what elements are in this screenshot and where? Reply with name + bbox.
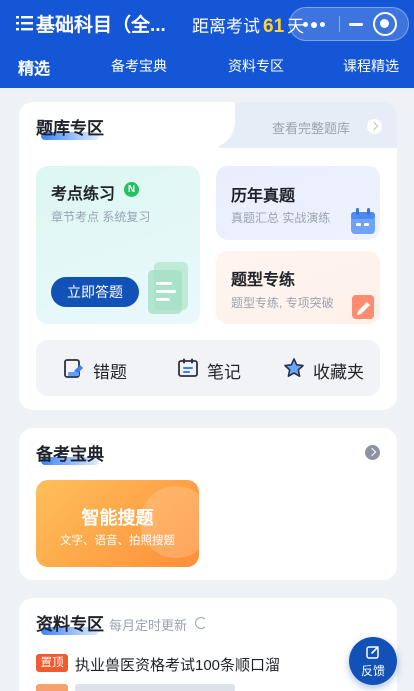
top-bar: 基础科目（全... 距离考试 61 天 xyxy=(0,0,414,48)
pen-paper-icon xyxy=(352,295,374,319)
pinned-badge: 置顶 xyxy=(36,654,68,672)
countdown-prefix: 距离考试 xyxy=(192,17,260,36)
close-program-icon[interactable] xyxy=(373,12,397,36)
question-bank-header: 题库专区 查看完整题库 xyxy=(19,102,397,148)
start-answer-button[interactable]: 立即答题 xyxy=(51,277,139,307)
prep-guide-title: 备考宝典 xyxy=(36,445,104,464)
document-illustration-icon xyxy=(148,262,188,314)
question-type-title: 题型专练 xyxy=(231,272,296,289)
chevron-right-icon[interactable] xyxy=(365,445,380,460)
more-options-icon[interactable] xyxy=(296,8,332,40)
wrong-questions-icon xyxy=(64,359,83,378)
quick-actions-row: 错题 笔记 收藏夹 xyxy=(36,340,380,396)
question-type-practice-tile[interactable]: 题型专练 题型专练, 专项突破 xyxy=(216,251,380,324)
subject-selector[interactable]: 基础科目（全... xyxy=(36,10,186,37)
question-bank-card: 题库专区 查看完整题库 考点练习 N 章节考点 系统复习 立即答题 历年真题 真… xyxy=(19,102,397,410)
notes-icon xyxy=(178,358,198,377)
kaodian-title: 考点练习 xyxy=(51,186,116,203)
chevron-right-icon[interactable] xyxy=(367,119,382,134)
miniprogram-capsule xyxy=(289,7,409,41)
tab-courses[interactable]: 课程精选 xyxy=(343,56,399,76)
materials-card: 资料专区 每月定时更新 置顶 执业兽医资格考试100条顺口溜 xyxy=(19,598,397,691)
question-type-subtitle: 题型专练, 专项突破 xyxy=(231,296,334,310)
view-all-questions-link[interactable]: 查看完整题库 xyxy=(272,118,350,137)
minimize-icon[interactable] xyxy=(342,8,370,40)
edit-feedback-icon xyxy=(366,646,379,659)
materials-title: 资料专区 xyxy=(36,615,104,634)
countdown-days: 61 xyxy=(263,16,285,37)
new-badge: N xyxy=(124,182,139,197)
tab-materials[interactable]: 资料专区 xyxy=(228,56,284,76)
next-item-badge xyxy=(36,684,68,691)
smart-search-title: 智能搜题 xyxy=(81,508,154,528)
star-icon xyxy=(284,358,304,377)
list-menu-icon[interactable] xyxy=(16,15,34,31)
past-exams-tile[interactable]: 历年真题 真题汇总 实战演练 xyxy=(216,166,380,240)
notes-label: 笔记 xyxy=(207,363,241,382)
kaodian-subtitle: 章节考点 系统复习 xyxy=(51,210,151,224)
capsule-divider xyxy=(339,16,340,32)
tab-prep-guide[interactable]: 备考宝典 xyxy=(111,56,167,76)
kaodian-practice-tile[interactable]: 考点练习 N 章节考点 系统复习 立即答题 xyxy=(36,166,200,324)
monthly-update-note: 每月定时更新 xyxy=(109,618,188,633)
app-header: 基础科目（全... 距离考试 61 天 精选 备考宝典 资料专区 课程精选 xyxy=(0,0,414,88)
feedback-label: 反馈 xyxy=(360,664,385,678)
past-exams-title: 历年真题 xyxy=(231,188,296,205)
feedback-button[interactable]: 反馈 xyxy=(349,637,397,685)
calendar-icon xyxy=(351,208,375,234)
material-item-title[interactable]: 执业兽医资格考试100条顺口溜 xyxy=(75,654,319,675)
question-bank-title: 题库专区 xyxy=(36,119,104,138)
smart-search-button[interactable]: 智能搜题 文字、语音、拍照搜题 xyxy=(36,480,199,567)
tab-featured[interactable]: 精选 xyxy=(18,55,50,79)
tab-bar: 精选 备考宝典 资料专区 课程精选 xyxy=(0,52,414,84)
wrong-questions-label: 错题 xyxy=(93,363,127,382)
next-item-title[interactable] xyxy=(75,684,235,691)
prep-guide-card: 备考宝典 智能搜题 文字、语音、拍照搜题 xyxy=(19,428,397,580)
refresh-icon xyxy=(195,617,207,629)
wrong-questions-button[interactable]: 错题 xyxy=(63,340,143,396)
smart-search-subtitle: 文字、语音、拍照搜题 xyxy=(60,535,175,547)
notes-button[interactable]: 笔记 xyxy=(177,340,257,396)
past-exams-subtitle: 真题汇总 实战演练 xyxy=(231,211,331,225)
favorites-label: 收藏夹 xyxy=(313,363,364,382)
exam-countdown: 距离考试 61 天 xyxy=(192,12,304,38)
favorites-button[interactable]: 收藏夹 xyxy=(283,340,378,396)
